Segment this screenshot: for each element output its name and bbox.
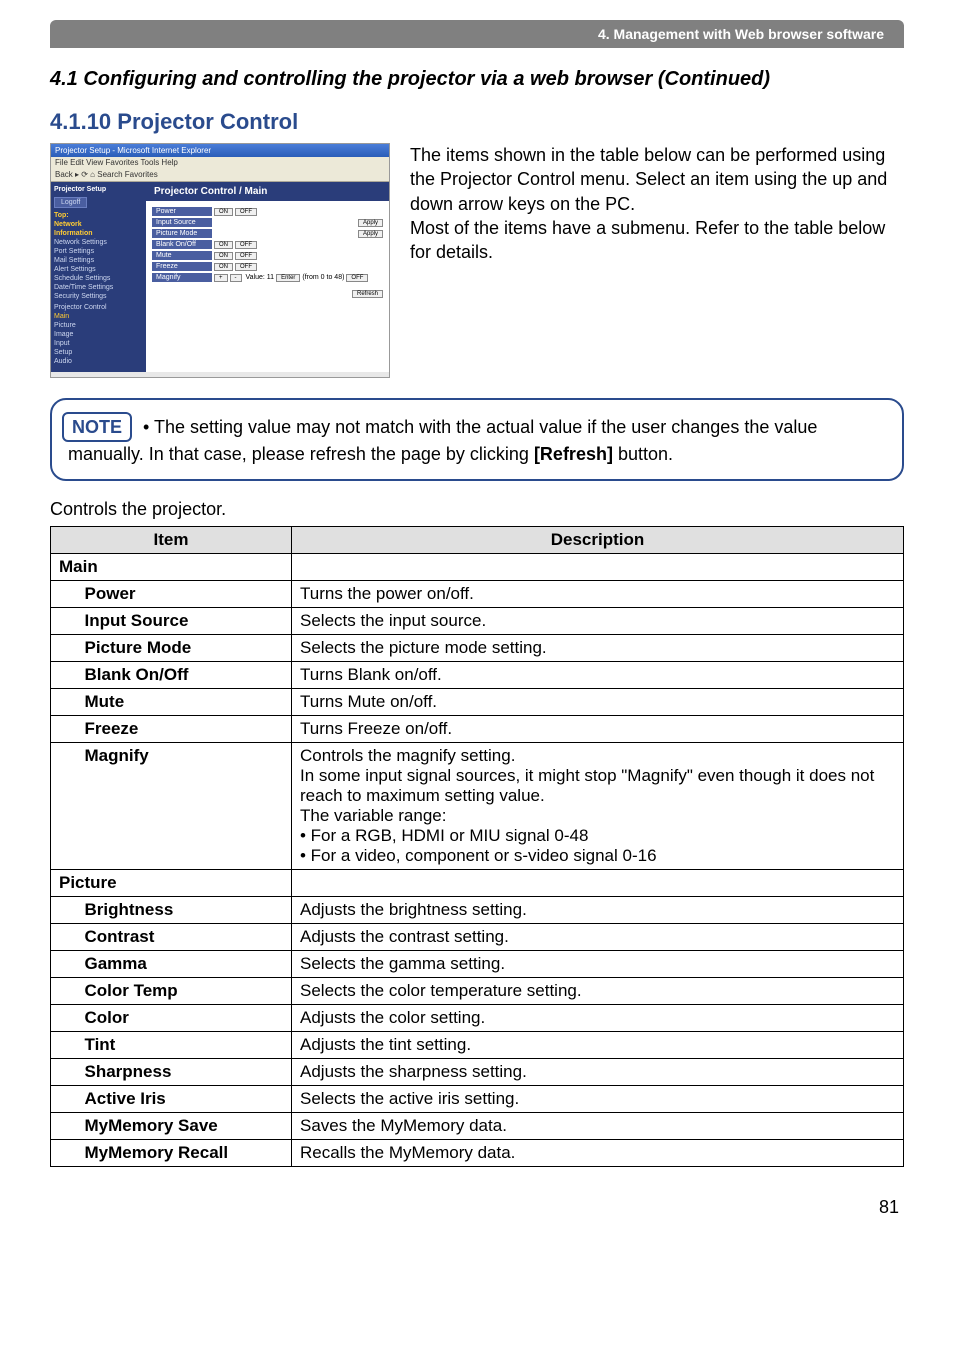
table-row-desc: Turns Mute on/off. (292, 688, 904, 715)
table-row-desc: Selects the gamma setting. (292, 950, 904, 977)
ss-sidebar-top: Top: (54, 212, 143, 219)
table-row-desc: Selects the picture mode setting. (292, 634, 904, 661)
section-picture: Picture (51, 869, 292, 896)
ss-sidebar-network: Network (54, 221, 143, 228)
note-label: NOTE (62, 412, 132, 442)
table-row-item: Color Temp (77, 977, 292, 1004)
table-row-desc: Controls the magnify setting. In some in… (292, 742, 904, 869)
table-row-item: MyMemory Save (77, 1112, 292, 1139)
chapter-banner-text: 4. Management with Web browser software (598, 26, 884, 42)
table-row-item: Input Source (77, 607, 292, 634)
ss-sidebar-pc-item[interactable]: Picture (54, 322, 143, 329)
table-row-desc: Adjusts the color setting. (292, 1004, 904, 1031)
ss-sidebar-item[interactable]: Security Settings (54, 293, 143, 300)
table-row-item: Gamma (77, 950, 292, 977)
ss-window-title: Projector Setup - Microsoft Internet Exp… (51, 144, 389, 157)
section-title: 4.1 Configuring and controlling the proj… (50, 68, 904, 91)
table-row-desc: Adjusts the contrast setting. (292, 923, 904, 950)
th-desc: Description (292, 526, 904, 553)
ss-sidebar-info: Information (54, 230, 143, 237)
chapter-banner: 4. Management with Web browser software (50, 20, 904, 48)
ss-main-header: Projector Control / Main (146, 182, 389, 201)
ss-sidebar-item[interactable]: Alert Settings (54, 266, 143, 273)
table-row-desc: Adjusts the sharpness setting. (292, 1058, 904, 1085)
intro-text-block: The items shown in the table below can b… (410, 143, 904, 378)
table-row-item: Active Iris (77, 1085, 292, 1112)
table-row-item: MyMemory Recall (77, 1139, 292, 1166)
ss-menubar: File Edit View Favorites Tools Help (51, 157, 389, 168)
note-body: • The setting value may not match with t… (68, 417, 817, 464)
table-row-item: Tint (77, 1031, 292, 1058)
screenshot-mock: Projector Setup - Microsoft Internet Exp… (50, 143, 390, 378)
intro-text-1: The items shown in the table below can b… (410, 145, 887, 214)
table-row-item: Mute (77, 688, 292, 715)
th-item: Item (51, 526, 292, 553)
section-main: Main (51, 553, 292, 580)
table-row-desc: Turns the power on/off. (292, 580, 904, 607)
note-box: NOTE • The setting value may not match w… (50, 398, 904, 481)
ss-sidebar-pc-item[interactable]: Audio (54, 358, 143, 365)
controls-subhead: Controls the projector. (50, 499, 904, 520)
ss-logoff-button[interactable]: Logoff (54, 197, 87, 208)
table-row-item: Color (77, 1004, 292, 1031)
table-row-item: Power (77, 580, 292, 607)
ss-sidebar: Projector Setup Logoff Top: Network Info… (51, 182, 146, 372)
ss-sidebar-item[interactable]: Schedule Settings (54, 275, 143, 282)
table-row-desc: Adjusts the brightness setting. (292, 896, 904, 923)
subsection-title: 4.1.10 Projector Control (50, 109, 904, 135)
table-row-desc: Selects the active iris setting. (292, 1085, 904, 1112)
table-row-desc: Selects the input source. (292, 607, 904, 634)
ss-sidebar-item[interactable]: Network Settings (54, 239, 143, 246)
table-row-desc: Saves the MyMemory data. (292, 1112, 904, 1139)
table-row-item: Brightness (77, 896, 292, 923)
note-refresh: [Refresh] (534, 444, 613, 464)
table-row-desc: Turns Blank on/off. (292, 661, 904, 688)
controls-table: Item Description Main PowerTurns the pow… (50, 526, 904, 1167)
table-row-desc: Recalls the MyMemory data. (292, 1139, 904, 1166)
table-row-item: Contrast (77, 923, 292, 950)
ss-sidebar-pc-item[interactable]: Image (54, 331, 143, 338)
ss-sidebar-pc-item[interactable]: Input (54, 340, 143, 347)
table-row-desc: Selects the color temperature setting. (292, 977, 904, 1004)
ss-sidebar-pc-header: Projector Control (54, 304, 143, 311)
ss-refresh-button[interactable]: Refresh (352, 290, 383, 298)
table-row-item: Picture Mode (77, 634, 292, 661)
table-row-desc: Adjusts the tint setting. (292, 1031, 904, 1058)
table-row-desc: Turns Freeze on/off. (292, 715, 904, 742)
ss-sidebar-pc-item[interactable]: Main (54, 313, 143, 320)
ss-main-body: PowerONOFF Input SourceApply Picture Mod… (146, 201, 389, 304)
ss-sidebar-item[interactable]: Date/Time Settings (54, 284, 143, 291)
ss-sidebar-pc-item[interactable]: Setup (54, 349, 143, 356)
note-tail: button. (613, 444, 673, 464)
page-number: 81 (0, 1197, 954, 1238)
intro-text-2: Most of the items have a submenu. Refer … (410, 218, 885, 262)
ss-sidebar-item[interactable]: Mail Settings (54, 257, 143, 264)
table-row-item: Sharpness (77, 1058, 292, 1085)
ss-sidebar-item[interactable]: Port Settings (54, 248, 143, 255)
table-row-item: Blank On/Off (77, 661, 292, 688)
ss-toolbar: Back ▸ ⟳ ⌂ Search Favorites (51, 168, 389, 182)
table-row-item: Magnify (77, 742, 292, 869)
table-row-item: Freeze (77, 715, 292, 742)
